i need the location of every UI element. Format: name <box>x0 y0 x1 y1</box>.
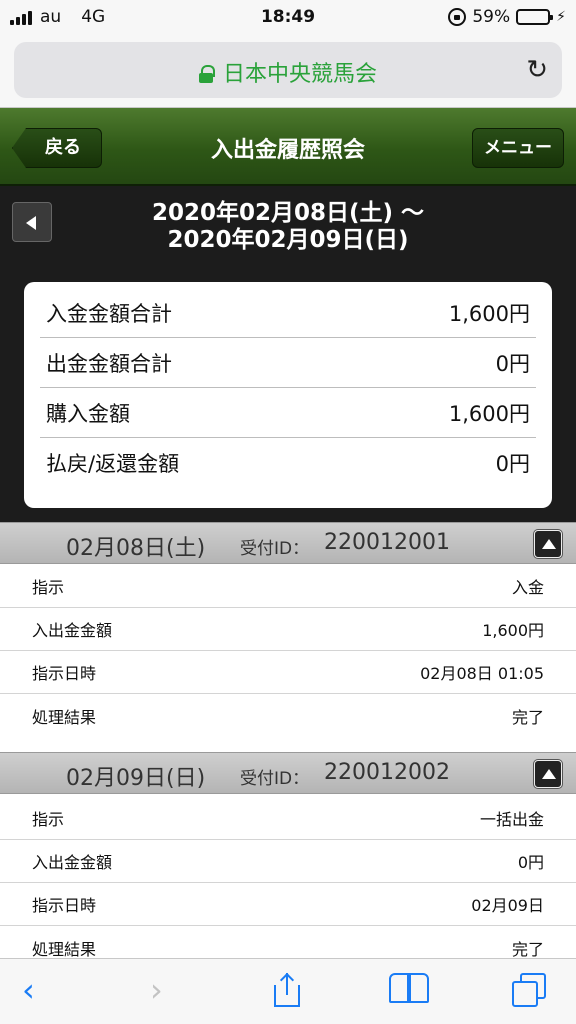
detail-row: 指示 一括出金 <box>0 797 576 840</box>
summary-value: 1,600円 <box>448 301 530 326</box>
detail-value: 入金 <box>511 578 544 597</box>
summary-value: 0円 <box>495 452 530 476</box>
summary-value: 1,600円 <box>448 401 530 426</box>
detail-value: 02月09日 <box>471 896 544 915</box>
status-right: 59% ⚡ <box>448 7 566 27</box>
summary-label: 出金金額合計 <box>46 351 172 376</box>
detail-label: 指示 <box>32 810 65 829</box>
detail-value: 完了 <box>511 939 544 959</box>
summary-row-refund: 払戻/返還金額 0円 <box>40 438 536 488</box>
tabs-icon[interactable] <box>512 973 548 1007</box>
detail-label: 処理結果 <box>32 939 97 959</box>
browser-address-area: 日本中央競馬会 ↻ <box>0 36 576 108</box>
date-range-start: 2020年02月08日(土) 〜 <box>151 200 425 226</box>
app-header: 戻る 入出金履歴照会 メニュー <box>0 108 576 186</box>
address-center[interactable]: 日本中央競馬会 <box>14 56 562 88</box>
receipt-id-label: 受付ID： <box>240 539 310 559</box>
summary-area: 2020年02月08日(土) 〜 2020年02月09日(日) 入金金額合計 1… <box>0 186 576 522</box>
collapse-button[interactable] <box>534 760 562 788</box>
summary-card: 入金金額合計 1,600円 出金金額合計 0円 購入金額 1,600円 払戻/返… <box>24 282 552 508</box>
charging-icon: ⚡ <box>556 9 566 25</box>
reload-icon[interactable]: ↻ <box>526 55 548 85</box>
share-icon[interactable] <box>272 972 302 1007</box>
detail-row: 処理結果 完了 <box>0 694 576 737</box>
site-name: 日本中央競馬会 <box>222 62 377 87</box>
transaction-detail: 指示 一括出金 入出金金額 0円 指示日時 02月09日 処理結果 完了 <box>0 797 576 969</box>
back-arrow-icon[interactable]: ‹ <box>22 971 35 1009</box>
summary-label: 購入金額 <box>46 401 130 426</box>
menu-button[interactable]: メニュー <box>472 128 564 168</box>
detail-value: 1,600円 <box>482 621 544 640</box>
date-range-end: 2020年02月09日(日) <box>167 227 409 253</box>
summary-label: 入金金額合計 <box>46 301 172 326</box>
summary-row-deposit: 入金金額合計 1,600円 <box>40 288 536 338</box>
date-range: 2020年02月08日(土) 〜 2020年02月09日(日) <box>0 200 576 254</box>
bookmarks-icon[interactable] <box>388 973 430 1005</box>
battery-icon <box>516 9 554 25</box>
receipt-id: 220012002 <box>324 760 450 785</box>
detail-label: 入出金金額 <box>32 853 113 872</box>
receipt-id-label: 受付ID： <box>240 769 310 789</box>
summary-row-withdrawal: 出金金額合計 0円 <box>40 338 536 388</box>
detail-value: 0円 <box>517 853 544 872</box>
transaction-header[interactable]: 02月08日(土) 受付ID： 220012001 <box>0 522 576 564</box>
detail-label: 指示 <box>32 578 65 597</box>
collapse-button[interactable] <box>534 530 562 558</box>
orientation-lock-icon <box>448 8 467 26</box>
detail-row: 入出金金額 1,600円 <box>0 608 576 651</box>
transaction-header[interactable]: 02月09日(日) 受付ID： 220012002 <box>0 752 576 794</box>
summary-row-purchase: 購入金額 1,600円 <box>40 388 536 438</box>
transaction-detail: 指示 入金 入出金金額 1,600円 指示日時 02月08日 01:05 処理結果 完了 <box>0 565 576 737</box>
transaction-date: 02月08日(土) <box>66 536 206 561</box>
transaction-date: 02月09日(日) <box>66 766 206 791</box>
battery-percent: 59% <box>472 7 511 27</box>
detail-row: 指示日時 02月09日 <box>0 883 576 926</box>
detail-value: 一括出金 <box>479 810 544 829</box>
detail-row: 指示 入金 <box>0 565 576 608</box>
status-bar: au 4G 18:49 59% ⚡ <box>0 0 576 36</box>
browser-toolbar: ‹ › <box>0 958 576 1024</box>
forward-arrow-icon[interactable]: › <box>150 971 163 1009</box>
receipt-id: 220012001 <box>324 530 450 555</box>
summary-label: 払戻/返還金額 <box>46 452 180 476</box>
detail-label: 入出金金額 <box>32 621 113 640</box>
summary-value: 0円 <box>495 351 530 376</box>
lock-icon <box>198 65 215 83</box>
detail-value: 完了 <box>511 707 544 727</box>
detail-label: 処理結果 <box>32 707 97 727</box>
detail-label: 指示日時 <box>32 896 97 915</box>
address-bar[interactable]: 日本中央競馬会 ↻ <box>14 42 562 98</box>
detail-value: 02月08日 01:05 <box>420 664 544 683</box>
detail-row: 指示日時 02月08日 01:05 <box>0 651 576 694</box>
detail-label: 指示日時 <box>32 664 97 683</box>
detail-row: 入出金金額 0円 <box>0 840 576 883</box>
